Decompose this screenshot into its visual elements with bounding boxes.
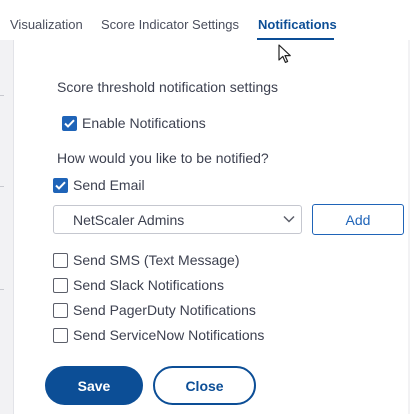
panel-edge-mark — [0, 95, 4, 96]
send-pagerduty-label: Send PagerDuty Notifications — [73, 302, 256, 318]
checkbox-unchecked-icon[interactable] — [53, 327, 68, 343]
send-servicenow-checkbox[interactable]: Send ServiceNow Notifications — [53, 327, 264, 343]
save-button[interactable]: Save — [45, 366, 143, 405]
enable-notifications-label: Enable Notifications — [82, 115, 206, 131]
send-slack-label: Send Slack Notifications — [73, 277, 224, 293]
close-button[interactable]: Close — [153, 366, 256, 405]
tab-bar: Visualization Score Indicator Settings N… — [0, 0, 410, 40]
chevron-down-icon — [283, 215, 295, 223]
send-sms-label: Send SMS (Text Message) — [73, 252, 240, 268]
send-email-checkbox[interactable]: Send Email — [53, 177, 145, 193]
recipient-select[interactable]: NetScaler Admins — [53, 205, 302, 234]
checkbox-checked-icon[interactable] — [62, 115, 77, 131]
add-recipient-button[interactable]: Add — [312, 204, 404, 235]
send-sms-checkbox[interactable]: Send SMS (Text Message) — [53, 252, 240, 268]
panel-edge-mark — [0, 186, 4, 187]
mouse-pointer-icon — [278, 44, 291, 63]
section-heading: Score threshold notification settings — [57, 79, 279, 95]
enable-notifications-checkbox[interactable]: Enable Notifications — [62, 115, 206, 131]
checkbox-unchecked-icon[interactable] — [53, 277, 68, 293]
notify-question: How would you like to be notified? — [57, 150, 269, 166]
send-email-label: Send Email — [73, 177, 145, 193]
tab-score-indicator-settings[interactable]: Score Indicator Settings — [101, 17, 239, 32]
checkbox-unchecked-icon[interactable] — [53, 302, 68, 318]
send-servicenow-label: Send ServiceNow Notifications — [73, 327, 265, 343]
checkbox-checked-icon[interactable] — [53, 177, 68, 193]
send-pagerduty-checkbox[interactable]: Send PagerDuty Notifications — [53, 302, 256, 318]
tab-visualization[interactable]: Visualization — [10, 17, 83, 32]
checkbox-unchecked-icon[interactable] — [53, 252, 68, 268]
send-slack-checkbox[interactable]: Send Slack Notifications — [53, 277, 224, 293]
recipient-select-value: NetScaler Admins — [73, 212, 185, 228]
tab-notifications[interactable]: Notifications — [258, 17, 337, 32]
panel-edge-mark — [0, 289, 4, 290]
